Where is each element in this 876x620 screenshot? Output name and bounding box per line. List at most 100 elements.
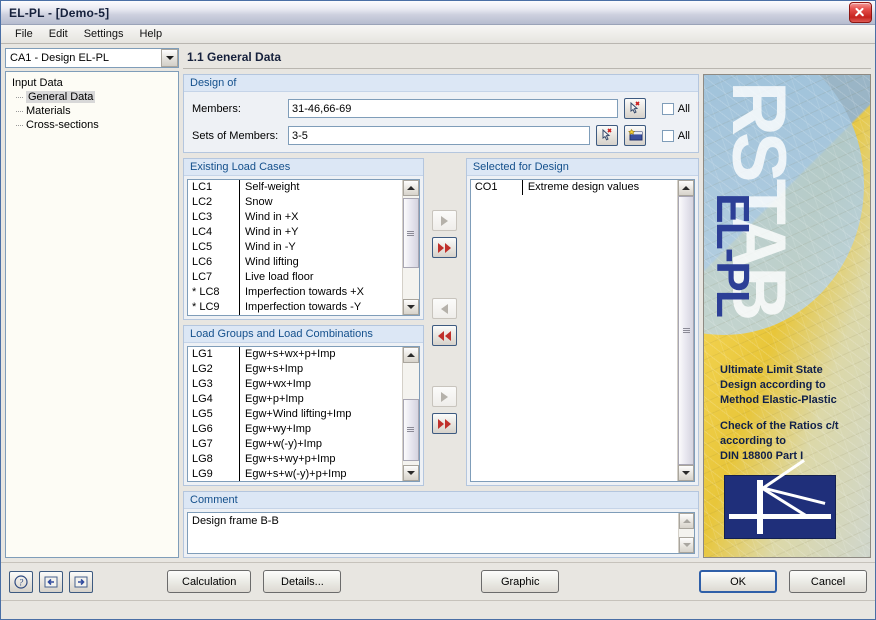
scroll-down-icon[interactable] (678, 465, 695, 481)
help-icon[interactable]: ? (9, 570, 33, 593)
load-case-row[interactable]: LC5 Wind in -Y (188, 240, 402, 255)
scroll-up-icon[interactable] (402, 346, 419, 363)
load-group-row[interactable]: LG1 Egw+s+wx+p+Imp (188, 346, 402, 362)
comment-box[interactable]: Design frame B-B (187, 512, 695, 554)
content-row: Design of Members: 31-46,66-69 All Sets … (183, 74, 871, 558)
sets-all-checkbox-wrap[interactable]: All (661, 129, 690, 142)
chevron-down-icon[interactable] (161, 49, 178, 67)
members-all-checkbox[interactable] (661, 102, 674, 115)
row-id: CO1 (471, 180, 523, 195)
add-load-case-button[interactable] (432, 210, 458, 231)
cancel-button[interactable]: Cancel (789, 570, 868, 593)
remove-all-button[interactable] (432, 325, 458, 346)
selected-for-design-column: Selected for Design CO1 Extreme design va… (465, 158, 700, 486)
load-group-row[interactable]: LG4 Egw+p+Imp (188, 391, 402, 407)
selected-for-design-body: CO1 Extreme design values (467, 176, 698, 485)
row-description: Live load floor (245, 271, 314, 283)
load-group-row[interactable]: LG8 Egw+s+wy+p+Imp (188, 451, 402, 467)
comment-title: Comment (184, 492, 698, 509)
load-case-row[interactable]: LC6 Wind lifting (188, 255, 402, 270)
comment-scrollbar[interactable] (678, 513, 694, 553)
scroll-up-icon[interactable] (678, 180, 695, 196)
remove-selected-button[interactable] (432, 298, 458, 319)
load-case-row[interactable]: LC2 Snow (188, 195, 402, 210)
members-all-checkbox-wrap[interactable]: All (661, 102, 690, 115)
add-load-group-button[interactable] (432, 386, 458, 407)
load-group-row[interactable]: LG3 Egw+wx+Imp (188, 376, 402, 392)
row-description: Self-weight (245, 181, 300, 193)
load-group-row[interactable]: LG7 Egw+w(-y)+Imp (188, 436, 402, 452)
sets-all-checkbox[interactable] (661, 129, 674, 142)
load-group-row[interactable]: LG2 Egw+s+Imp (188, 361, 402, 377)
calculation-button[interactable]: Calculation (167, 570, 252, 593)
lists-area: Existing Load Cases LC1 Self-weight LC2 Sno… (183, 158, 700, 486)
load-group-row[interactable]: LG5 Egw+Wind lifting+Imp (188, 406, 402, 422)
pick-set-icon[interactable] (595, 125, 618, 146)
sets-of-members-input[interactable] (288, 126, 590, 145)
case-selector-value: CA1 - Design EL-PL (10, 52, 110, 64)
scroll-thumb[interactable] (402, 198, 419, 268)
load-case-row[interactable]: LC1 Self-weight (188, 180, 402, 195)
members-input[interactable] (288, 99, 618, 118)
selected-for-design-rows[interactable]: CO1 Extreme design values (471, 180, 677, 481)
selected-for-design-scrollbar[interactable] (677, 180, 695, 481)
menu-item-file[interactable]: File (7, 26, 41, 42)
row-id: LG6 (188, 421, 240, 437)
menu-item-edit[interactable]: Edit (41, 26, 76, 42)
load-group-row[interactable]: LG6 Egw+wy+Imp (188, 421, 402, 437)
sets-of-members-row: Sets of Members: 3-5 All (192, 125, 690, 146)
scroll-up-icon[interactable] (679, 513, 694, 529)
design-of-groupbox: Design of Members: 31-46,66-69 All Sets … (183, 74, 699, 153)
details-button[interactable]: Details... (263, 570, 342, 593)
selected-design-row[interactable]: CO1 Extreme design values (471, 180, 677, 195)
case-selector-combobox[interactable]: CA1 - Design EL-PL (5, 48, 179, 68)
row-id: LG1 (188, 346, 240, 362)
load-case-row[interactable]: * LC9 Imperfection towards -Y (188, 300, 402, 315)
pick-member-icon[interactable] (623, 98, 646, 119)
navigator-tree[interactable]: Input Data General Data Materials Cross-… (5, 71, 179, 558)
scroll-track[interactable] (402, 362, 419, 465)
menu-item-help[interactable]: Help (131, 26, 170, 42)
scroll-track[interactable] (402, 196, 419, 299)
load-case-row[interactable]: LC4 Wind in +Y (188, 225, 402, 240)
load-case-row[interactable]: * LC8 Imperfection towards +X (188, 285, 402, 300)
scroll-down-icon[interactable] (402, 465, 419, 481)
graphic-button[interactable]: Graphic (481, 570, 560, 593)
scroll-thumb[interactable] (402, 398, 419, 461)
load-case-row[interactable]: LC3 Wind in +X (188, 210, 402, 225)
menu-item-settings[interactable]: Settings (76, 26, 132, 42)
scroll-track[interactable] (678, 196, 695, 465)
close-icon[interactable] (849, 2, 872, 23)
existing-load-cases-title: Existing Load Cases (184, 159, 423, 176)
comment-text[interactable]: Design frame B-B (188, 513, 678, 553)
scroll-down-icon[interactable] (679, 537, 694, 553)
scroll-track[interactable] (679, 529, 694, 537)
scroll-down-icon[interactable] (402, 298, 419, 315)
sidebar-item-general-data[interactable]: General Data (8, 90, 176, 104)
row-id: LC3 (188, 210, 240, 225)
load-groups-rows[interactable]: LG1 Egw+s+wx+p+Imp LG2 Egw+s+Imp LG3 Egw+wx+I… (188, 346, 402, 481)
load-groups-scrollbar[interactable] (401, 346, 419, 481)
selected-for-design-listbox[interactable]: CO1 Extreme design values (469, 179, 696, 482)
existing-load-cases-listbox[interactable]: LC1 Self-weight LC2 Snow LC3 Wind in +X LC4 Win… (187, 179, 420, 316)
sidebar-item-cross-sections[interactable]: Cross-sections (8, 118, 176, 132)
existing-load-cases-scrollbar[interactable] (401, 180, 419, 315)
previous-page-icon[interactable] (39, 570, 63, 593)
row-id: LC6 (188, 255, 240, 270)
load-case-row[interactable]: LC7 Live load floor (188, 270, 402, 285)
scroll-thumb[interactable] (678, 196, 695, 465)
add-all-load-groups-button[interactable] (432, 413, 458, 434)
new-set-of-members-icon[interactable] (623, 125, 646, 146)
scroll-up-icon[interactable] (402, 180, 419, 196)
add-all-load-cases-button[interactable] (432, 237, 458, 258)
ok-button[interactable]: OK (699, 570, 778, 593)
load-groups-listbox[interactable]: LG1 Egw+s+wx+p+Imp LG2 Egw+s+Imp LG3 Egw+wx+I… (187, 345, 420, 482)
dlubal-frame-logo-icon (724, 459, 836, 539)
next-page-icon[interactable] (69, 570, 93, 593)
existing-load-cases-rows[interactable]: LC1 Self-weight LC2 Snow LC3 Wind in +X LC4 Win… (188, 180, 402, 315)
design-of-title: Design of (184, 75, 698, 92)
tree-root-input-data[interactable]: Input Data (8, 76, 176, 90)
sidebar-item-materials[interactable]: Materials (8, 104, 176, 118)
row-id: LC2 (188, 195, 240, 210)
load-group-row[interactable]: LG9 Egw+s+w(-y)+p+Imp (188, 466, 402, 481)
